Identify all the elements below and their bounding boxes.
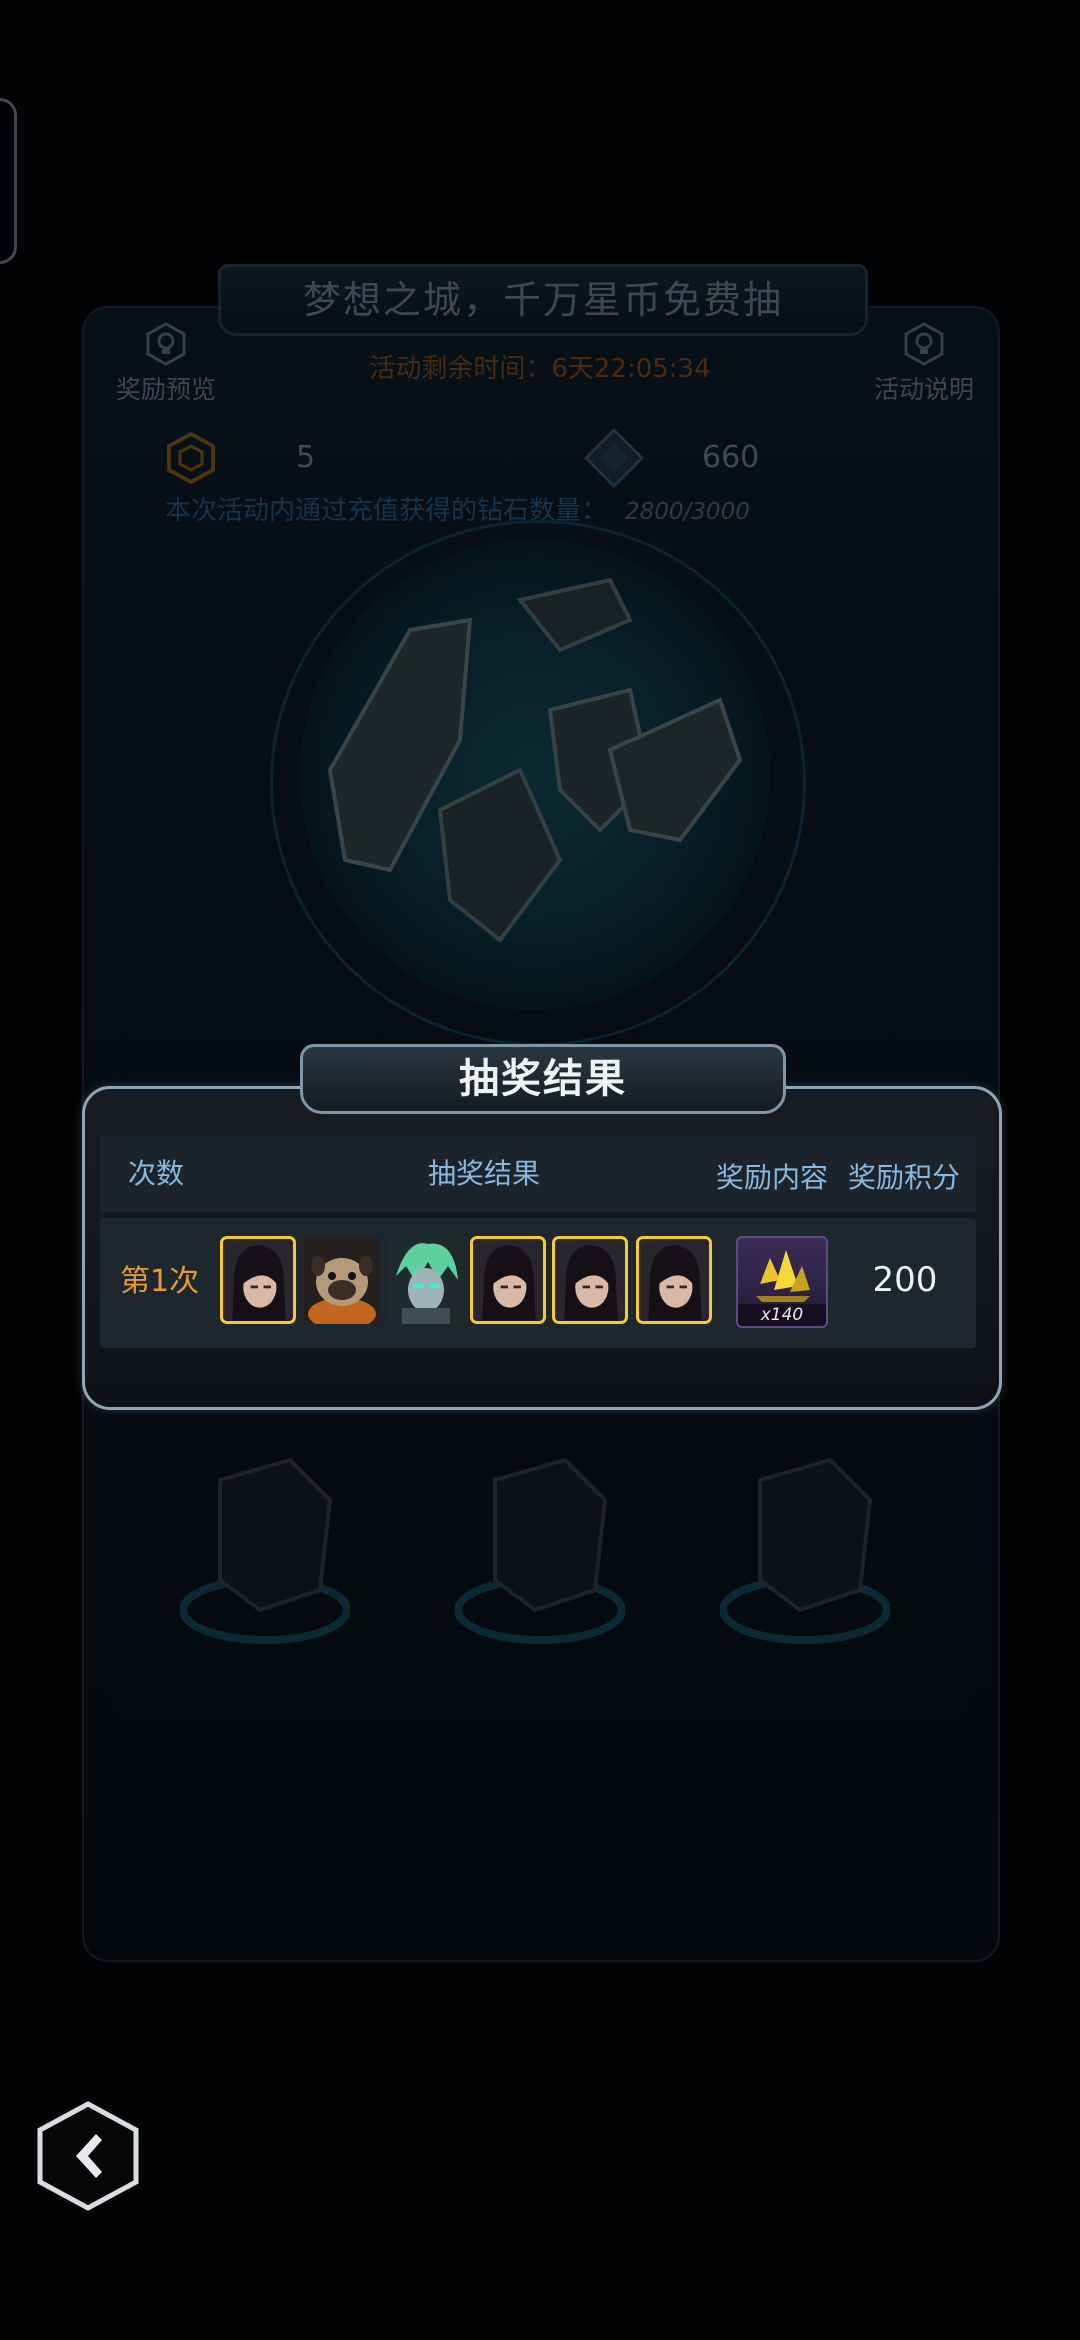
diamond-icon — [583, 427, 645, 489]
result-dialog-title: 抽奖结果 — [300, 1044, 786, 1114]
header-reward: 奖励内容 — [716, 1161, 829, 1194]
draw-avatar-robot[interactable] — [388, 1236, 464, 1324]
card-cube-3[interactable] — [719, 1440, 891, 1660]
draw-avatar-girl[interactable] — [552, 1236, 628, 1324]
gold-crystal-icon — [752, 1244, 814, 1306]
recharge-progress: 2800/3000 — [625, 499, 750, 525]
recharge-note: 本次活动内通过充值获得的钻石数量： 2800/3000 — [165, 490, 750, 527]
header-points: 奖励积分 — [848, 1161, 961, 1194]
lightbulb-icon — [902, 322, 946, 366]
token-count: 5 — [296, 440, 316, 475]
reward-preview-label: 奖励预览 — [115, 375, 216, 404]
draw-avatar-girl[interactable] — [220, 1236, 296, 1324]
back-button[interactable] — [36, 2100, 140, 2212]
draw-avatar-girl[interactable] — [636, 1236, 712, 1324]
draw-avatar-girl[interactable] — [470, 1236, 546, 1324]
draw-avatar-pug[interactable] — [304, 1236, 380, 1324]
token-icon — [165, 431, 217, 485]
card-slots — [110, 1400, 970, 1720]
event-info-label: 活动说明 — [873, 375, 974, 404]
header-count: 次数 — [128, 1157, 185, 1190]
reward-points: 200 — [872, 1260, 938, 1300]
event-info-button[interactable]: 活动说明 — [864, 322, 984, 406]
reward-item[interactable]: x140 — [736, 1236, 828, 1328]
header-result: 抽奖结果 — [428, 1157, 541, 1190]
reward-quantity: x140 — [738, 1304, 826, 1326]
side-drawer-handle[interactable] — [0, 98, 17, 264]
card-cube-1[interactable] — [179, 1440, 351, 1660]
reward-preview-button[interactable]: 奖励预览 — [106, 322, 226, 406]
back-arrow-icon — [37, 2101, 139, 2211]
card-cube-2[interactable] — [454, 1440, 626, 1660]
lottery-globe[interactable] — [300, 540, 770, 1010]
diamond-count: 660 — [702, 440, 760, 475]
event-title: 梦想之城，千万星币免费抽 — [218, 264, 868, 336]
draw-count-label: 第1次 — [120, 1264, 200, 1299]
lightbulb-icon — [144, 322, 188, 366]
